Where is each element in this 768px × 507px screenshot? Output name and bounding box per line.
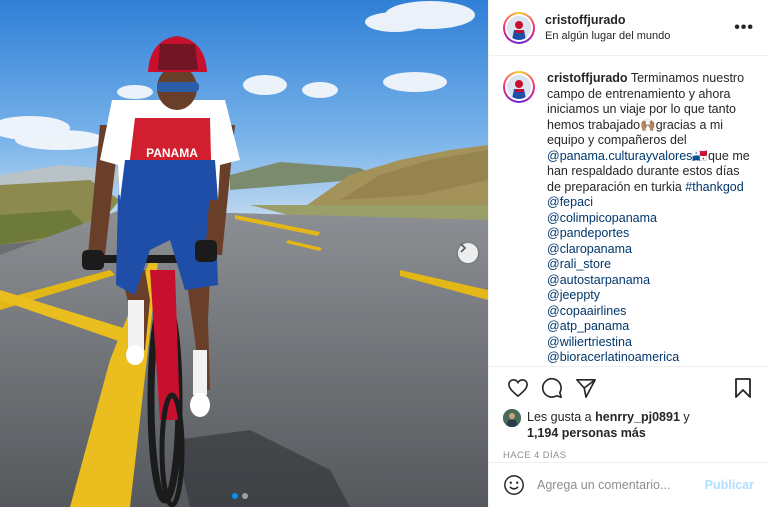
comment-bar: Publicar xyxy=(489,462,768,507)
mention-link[interactable]: @colimpicopanama xyxy=(547,211,754,227)
carousel-dot xyxy=(232,493,238,499)
share-icon xyxy=(576,379,596,398)
liker-username[interactable]: henrry_pj0891 xyxy=(595,410,680,424)
carousel-next-button[interactable] xyxy=(458,243,478,263)
avatar-image xyxy=(503,409,521,427)
mention-link[interactable]: @bioracerlatinoamerica xyxy=(547,350,754,366)
post-timestamp[interactable]: HACE 4 DÍAS xyxy=(503,450,754,461)
post-username[interactable]: cristoffjurado xyxy=(545,13,734,27)
likes-count[interactable]: 1,194 personas más xyxy=(527,426,646,440)
jersey-text: PANAMA xyxy=(146,146,198,160)
save-button[interactable] xyxy=(728,373,758,403)
caption-username[interactable]: cristoffjurado xyxy=(547,71,628,85)
mention-link[interactable]: @jeeppty xyxy=(547,288,754,304)
like-button[interactable] xyxy=(503,373,533,403)
carousel-dot xyxy=(242,493,248,499)
mention-link[interactable]: @autostarpanama xyxy=(547,273,754,289)
likes-connector: y xyxy=(683,410,690,424)
likes-prefix: Les gusta a xyxy=(527,410,592,424)
mention-link[interactable]: @atp_panama xyxy=(547,319,754,335)
comment-icon xyxy=(541,377,562,398)
chevron-right-icon xyxy=(460,243,467,253)
post-location[interactable]: En algún lugar del mundo xyxy=(545,30,734,42)
publish-button[interactable]: Publicar xyxy=(705,478,754,492)
cyclist-photo: PANAMA xyxy=(0,0,488,507)
caption-area: cristoffjurado Terminamos nuestro campo … xyxy=(489,57,768,366)
avatar[interactable] xyxy=(503,71,535,103)
comment-input[interactable] xyxy=(537,478,705,492)
mention-link[interactable]: @claropanama xyxy=(547,242,754,258)
avatar-image xyxy=(507,75,531,99)
more-horizontal-icon[interactable]: ••• xyxy=(734,19,754,37)
mention-link[interactable]: @fepaci xyxy=(547,195,754,211)
panama-flag-emoji: 🇵🇦 xyxy=(692,148,708,163)
raised-hands-emoji: 🙌🏽 xyxy=(640,117,656,132)
mention-link[interactable]: @pandeportes xyxy=(547,226,754,242)
avatar-image xyxy=(507,15,531,40)
likes-summary: Les gusta a henrry_pj0891 y 1,194 person… xyxy=(503,409,754,441)
emoji-icon[interactable] xyxy=(503,474,525,496)
mention-link[interactable]: @rali_store xyxy=(547,257,754,273)
carousel-indicator xyxy=(232,493,248,499)
bookmark-icon xyxy=(735,378,751,398)
comment-button[interactable] xyxy=(537,373,567,403)
action-icon-row xyxy=(503,367,754,409)
post-actions: Les gusta a henrry_pj0891 y 1,194 person… xyxy=(489,366,768,462)
post-photo[interactable]: PANAMA xyxy=(0,0,488,507)
mention-link[interactable]: @panama.culturayvalores xyxy=(547,149,692,163)
share-button[interactable] xyxy=(571,373,601,403)
avatar[interactable] xyxy=(503,409,521,427)
heart-icon xyxy=(508,378,528,398)
avatar[interactable] xyxy=(503,11,535,44)
post-details-panel: cristoffjurado En algún lugar del mundo … xyxy=(488,0,768,507)
caption-text: cristoffjurado Terminamos nuestro campo … xyxy=(547,71,754,366)
mention-link[interactable]: @copaairlines xyxy=(547,304,754,320)
mention-link[interactable]: @wiliertriestina xyxy=(547,335,754,351)
hashtag-link[interactable]: #thankgod xyxy=(685,180,743,194)
post-header: cristoffjurado En algún lugar del mundo … xyxy=(489,0,768,56)
